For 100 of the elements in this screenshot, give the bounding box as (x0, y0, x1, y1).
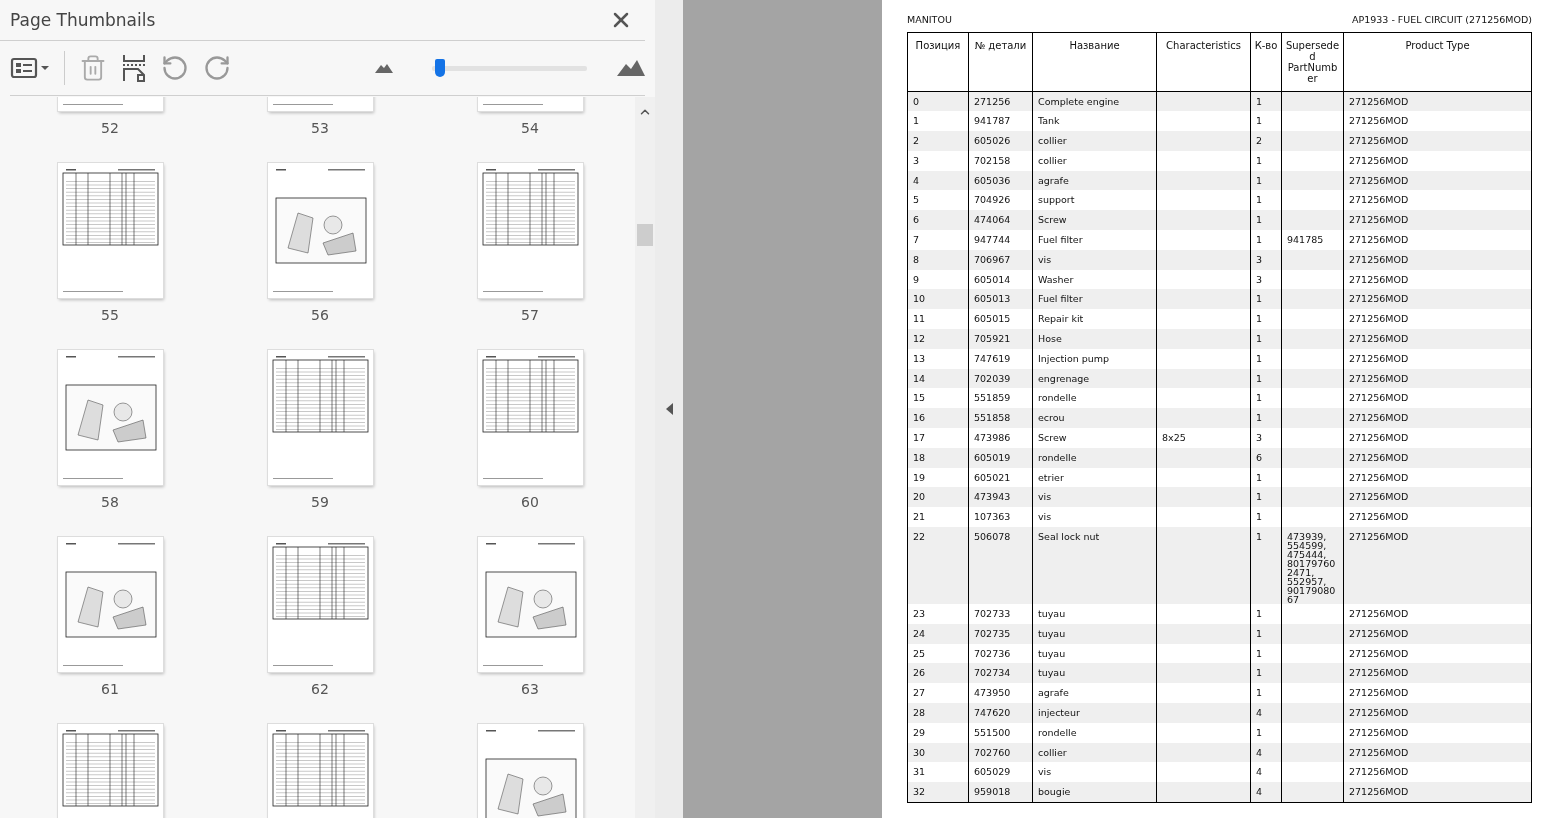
table-cell: 959018 (974, 786, 1011, 798)
table-cell: 271256MOD (1349, 491, 1409, 503)
table-cell: 16 (913, 412, 926, 424)
table-cell: tuyau (1038, 667, 1066, 679)
table-cell: 551858 (974, 412, 1011, 424)
table-cell: 6 (913, 214, 920, 226)
table-cell: 271256MOD (1349, 214, 1409, 226)
table-cell: 23 (913, 608, 926, 620)
small-mountain-icon (375, 63, 393, 73)
table-cell: vis (1038, 491, 1052, 503)
table-cell: 1 (1256, 313, 1263, 325)
table-cell: 3 (1256, 273, 1263, 285)
table-cell: rondelle (1038, 392, 1077, 404)
table-cell: 271256MOD (1349, 726, 1409, 738)
options-button[interactable] (10, 56, 50, 80)
table-cell: Hose (1038, 333, 1062, 345)
table-cell: 271256MOD (1349, 194, 1409, 206)
table-cell: 473986 (974, 432, 1011, 444)
table-cell: 702735 (974, 627, 1011, 639)
table-cell: 271256MOD (1349, 511, 1409, 523)
page-thumbnail[interactable] (57, 724, 163, 818)
column-header: К-во (1250, 32, 1282, 92)
table-cell: 473939, 554599, 475444, 801797602471, 552957, 9017908067 (1287, 531, 1336, 606)
page-number: 62 (311, 680, 329, 699)
table-cell: 22 (913, 531, 926, 543)
rotate-left-button[interactable] (161, 54, 189, 82)
slider-thumb[interactable] (434, 59, 445, 77)
table-cell: tuyau (1038, 608, 1066, 620)
scrollbar[interactable] (635, 97, 655, 818)
table-cell: 551859 (974, 392, 1011, 404)
scrollbar-thumb[interactable] (637, 224, 653, 246)
table-cell: 1 (1256, 333, 1263, 345)
column-header: Superseded PartNumber (1281, 32, 1344, 92)
table-cell: 1 (1256, 293, 1263, 305)
table-cell: 20 (913, 491, 926, 503)
table-cell: 271256MOD (1349, 352, 1409, 364)
table-cell: 5 (913, 194, 920, 206)
page-thumbnail[interactable] (477, 537, 583, 672)
page-number: 59 (311, 493, 329, 512)
table-cell: 3 (913, 154, 920, 166)
table-cell: 1 (1256, 471, 1263, 483)
page-thumbnail[interactable] (57, 163, 163, 298)
table-cell: 605013 (974, 293, 1011, 305)
column-header: Название (1032, 32, 1157, 92)
page-number: 53 (311, 119, 329, 138)
table-cell: 605021 (974, 471, 1011, 483)
page-number: 56 (311, 306, 329, 325)
table-cell: 11 (913, 313, 926, 325)
column-header: Product Type (1343, 32, 1532, 92)
table-cell: 28 (913, 707, 926, 718)
table-cell: rondelle (1038, 726, 1077, 738)
table-cell: Fuel filter (1038, 293, 1083, 305)
table-cell: 17 (913, 432, 926, 444)
table-cell: 24 (913, 627, 926, 639)
table-cell: support (1038, 194, 1075, 206)
table-cell: 271256MOD (1349, 667, 1409, 679)
table-cell: 1 (1256, 608, 1263, 620)
page-thumbnail[interactable] (57, 537, 163, 672)
page-thumbnail[interactable] (267, 163, 373, 298)
table-cell: 271256MOD (1349, 154, 1409, 166)
page-number: 57 (521, 306, 539, 325)
table-cell: 605029 (974, 766, 1011, 778)
large-mountain-icon (617, 60, 645, 76)
page-thumbnail[interactable] (267, 724, 373, 818)
table-cell: 271256MOD (1349, 647, 1409, 659)
table-cell: 21 (913, 511, 926, 523)
rotate-right-button[interactable] (203, 54, 231, 82)
table-cell: vis (1038, 766, 1052, 778)
table-cell: 1 (1256, 234, 1263, 246)
table-cell: 747620 (974, 707, 1011, 718)
table-cell: 4 (1256, 766, 1263, 778)
table-cell: 1 (1256, 194, 1263, 206)
table-cell: Screw (1038, 432, 1067, 444)
table-cell: 1 (1256, 667, 1263, 679)
table-cell: 1 (1256, 511, 1263, 523)
page-thumbnail[interactable] (267, 350, 373, 485)
page-thumbnail[interactable] (477, 724, 583, 818)
page-thumbnail[interactable] (57, 350, 163, 485)
table-cell: 2 (913, 135, 920, 147)
table-cell: 13 (913, 352, 926, 364)
table-cell: injecteur (1038, 707, 1080, 718)
zoom-slider[interactable] (432, 59, 587, 77)
page-thumbnail[interactable] (267, 537, 373, 672)
table-cell: engrenage (1038, 372, 1090, 384)
table-cell: Fuel filter (1038, 234, 1083, 246)
table-cell: 271256MOD (1349, 333, 1409, 345)
table-cell: 10 (913, 293, 926, 305)
table-cell: 32 (913, 786, 926, 798)
table-cell: 107363 (974, 511, 1011, 523)
table-cell: 271256MOD (1349, 174, 1409, 186)
insert-pages-button[interactable] (121, 54, 147, 82)
table-cell: 1 (1256, 115, 1263, 127)
page-thumbnail[interactable] (477, 350, 583, 485)
collapse-arrow-icon[interactable] (665, 403, 673, 415)
table-cell: 271256MOD (1349, 451, 1409, 463)
table-cell: Repair kit (1038, 313, 1084, 325)
delete-button[interactable] (79, 54, 107, 82)
table-cell: 473943 (974, 491, 1011, 503)
page-thumbnail[interactable] (477, 163, 583, 298)
page-number: 58 (101, 493, 119, 512)
